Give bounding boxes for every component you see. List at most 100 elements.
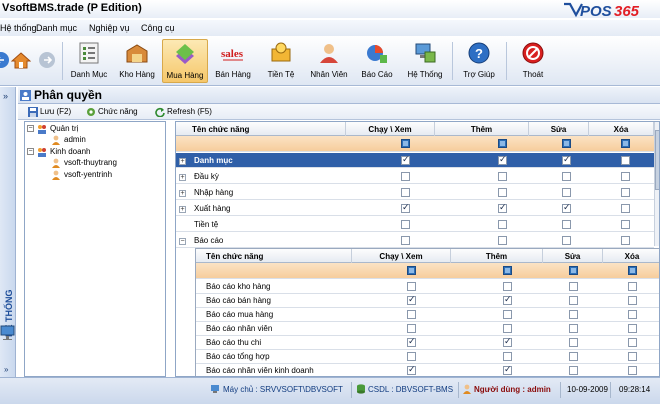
column-header[interactable]: Thêm	[451, 249, 543, 263]
permission-checkbox[interactable]	[569, 282, 578, 291]
permission-checkbox[interactable]	[407, 352, 416, 361]
subgrid-row[interactable]: Báo cáo tổng hợp	[196, 350, 659, 364]
permission-checkbox[interactable]	[628, 296, 637, 305]
save-button[interactable]: Lưu (F2)	[28, 106, 84, 118]
toolbar-thoat[interactable]: Thoát	[510, 39, 556, 83]
tree-collapse-toggle[interactable]: −	[27, 148, 34, 155]
permission-checkbox[interactable]	[621, 220, 630, 229]
tree-collapse-toggle[interactable]: −	[27, 125, 34, 132]
subgrid-row[interactable]: Báo cáo kho hàng	[196, 280, 659, 294]
permission-checkbox[interactable]	[503, 282, 512, 291]
sub-select-all-add-checkbox[interactable]	[503, 266, 512, 275]
toolbar-kho-hang[interactable]: Kho Hàng	[114, 39, 160, 83]
permission-checkbox[interactable]	[498, 236, 507, 245]
grid-row[interactable]: + Xuất hàng	[176, 201, 654, 216]
column-header[interactable]: Xóa	[589, 122, 654, 136]
row-expand-toggle[interactable]: +	[179, 174, 186, 181]
column-header[interactable]: Sửa	[543, 249, 603, 263]
toolbar-ban-hang[interactable]: sales Bán Hàng	[210, 39, 256, 83]
select-all-view-checkbox[interactable]	[401, 139, 410, 148]
subgrid-row[interactable]: Báo cáo nhân viên kinh doanh	[196, 364, 659, 376]
permission-checkbox[interactable]	[503, 352, 512, 361]
scrollbar-thumb[interactable]	[655, 130, 659, 190]
toolbar-tro-giup[interactable]: ? Trợ Giúp	[456, 39, 502, 83]
expand-strip-icon[interactable]: »	[4, 365, 8, 374]
permission-checkbox[interactable]	[569, 352, 578, 361]
permission-checkbox[interactable]	[401, 172, 410, 181]
subgrid-row[interactable]: Báo cáo nhân viên	[196, 322, 659, 336]
permission-checkbox[interactable]	[562, 220, 571, 229]
permission-checkbox[interactable]	[562, 202, 571, 213]
permission-checkbox[interactable]	[498, 188, 507, 197]
menu-he-thong[interactable]: Hệ thống	[0, 23, 37, 33]
permission-checkbox[interactable]	[628, 324, 637, 333]
permission-checkbox[interactable]	[628, 310, 637, 319]
permission-checkbox[interactable]	[401, 220, 410, 229]
permission-checkbox[interactable]	[407, 324, 416, 333]
sub-select-all-edit-checkbox[interactable]	[569, 266, 578, 275]
row-expand-toggle[interactable]: +	[179, 206, 186, 213]
permission-checkbox[interactable]	[503, 364, 512, 375]
permission-checkbox[interactable]	[503, 310, 512, 319]
permission-checkbox[interactable]	[628, 352, 637, 361]
menu-cong-cu[interactable]: Công cụ	[141, 23, 175, 33]
permission-checkbox[interactable]	[569, 366, 578, 375]
toolbar-he-thong[interactable]: Hệ Thống	[402, 39, 448, 83]
row-expand-toggle[interactable]: −	[179, 238, 186, 245]
column-header[interactable]: Chạy \ Xem	[352, 249, 451, 263]
toolbar-bao-cao[interactable]: Báo Cáo	[354, 39, 400, 83]
permission-checkbox[interactable]	[569, 338, 578, 347]
toolbar-nhan-vien[interactable]: Nhân Viên	[306, 39, 352, 83]
permission-checkbox[interactable]	[562, 236, 571, 245]
subgrid-row[interactable]: Báo cáo mua hàng	[196, 308, 659, 322]
permission-checkbox[interactable]	[498, 154, 507, 165]
select-all-add-checkbox[interactable]	[498, 139, 507, 148]
permission-checkbox[interactable]	[503, 324, 512, 333]
subgrid-row[interactable]: Báo cáo thu chi	[196, 336, 659, 350]
row-expand-toggle[interactable]: +	[179, 190, 186, 197]
collapse-icon[interactable]: »	[3, 91, 8, 101]
grid-scrollbar[interactable]	[654, 122, 659, 246]
permission-checkbox[interactable]	[569, 310, 578, 319]
permission-checkbox[interactable]	[503, 294, 512, 305]
select-all-delete-checkbox[interactable]	[621, 139, 630, 148]
permission-checkbox[interactable]	[503, 336, 512, 347]
menu-nghiep-vu[interactable]: Nghiệp vụ	[89, 23, 130, 33]
column-header[interactable]: Chạy \ Xem	[346, 122, 435, 136]
permission-checkbox[interactable]	[621, 204, 630, 213]
permission-checkbox[interactable]	[401, 202, 410, 213]
column-header[interactable]: Tên chức năng	[196, 249, 352, 263]
permission-checkbox[interactable]	[498, 172, 507, 181]
sub-select-all-delete-checkbox[interactable]	[628, 266, 637, 275]
grid-row[interactable]: − Báo cáo	[176, 233, 654, 248]
permission-checkbox[interactable]	[621, 156, 630, 165]
menu-danh-muc[interactable]: Danh mục	[36, 23, 77, 33]
permission-checkbox[interactable]	[407, 282, 416, 291]
toolbar-mua-hang[interactable]: Mua Hàng	[162, 39, 208, 83]
grid-row[interactable]: + Nhập hàng	[176, 185, 654, 200]
permission-checkbox[interactable]	[562, 188, 571, 197]
permission-checkbox[interactable]	[569, 296, 578, 305]
subgrid-row[interactable]: Báo cáo bán hàng	[196, 294, 659, 308]
permission-checkbox[interactable]	[628, 338, 637, 347]
permission-checkbox[interactable]	[562, 172, 571, 181]
grid-row[interactable]: + Đầu kỳ	[176, 169, 654, 184]
permission-checkbox[interactable]	[407, 364, 416, 375]
permission-checkbox[interactable]	[407, 336, 416, 347]
permission-checkbox[interactable]	[407, 310, 416, 319]
permission-checkbox[interactable]	[401, 236, 410, 245]
toolbar-danh-muc[interactable]: Danh Mục	[66, 39, 112, 83]
toolbar-tien-te[interactable]: Tiền Tệ	[258, 39, 304, 83]
select-all-edit-checkbox[interactable]	[562, 139, 571, 148]
permission-checkbox[interactable]	[498, 220, 507, 229]
permission-checkbox[interactable]	[498, 202, 507, 213]
permission-checkbox[interactable]	[562, 154, 571, 165]
permission-checkbox[interactable]	[621, 236, 630, 245]
refresh-button[interactable]: Refresh (F5)	[155, 106, 225, 118]
permission-checkbox[interactable]	[401, 154, 410, 165]
column-header[interactable]: Thêm	[435, 122, 529, 136]
grid-row[interactable]: + Danh mục	[176, 153, 654, 168]
home-button[interactable]	[10, 39, 32, 83]
permission-checkbox[interactable]	[569, 324, 578, 333]
row-expand-toggle[interactable]: +	[179, 158, 186, 165]
